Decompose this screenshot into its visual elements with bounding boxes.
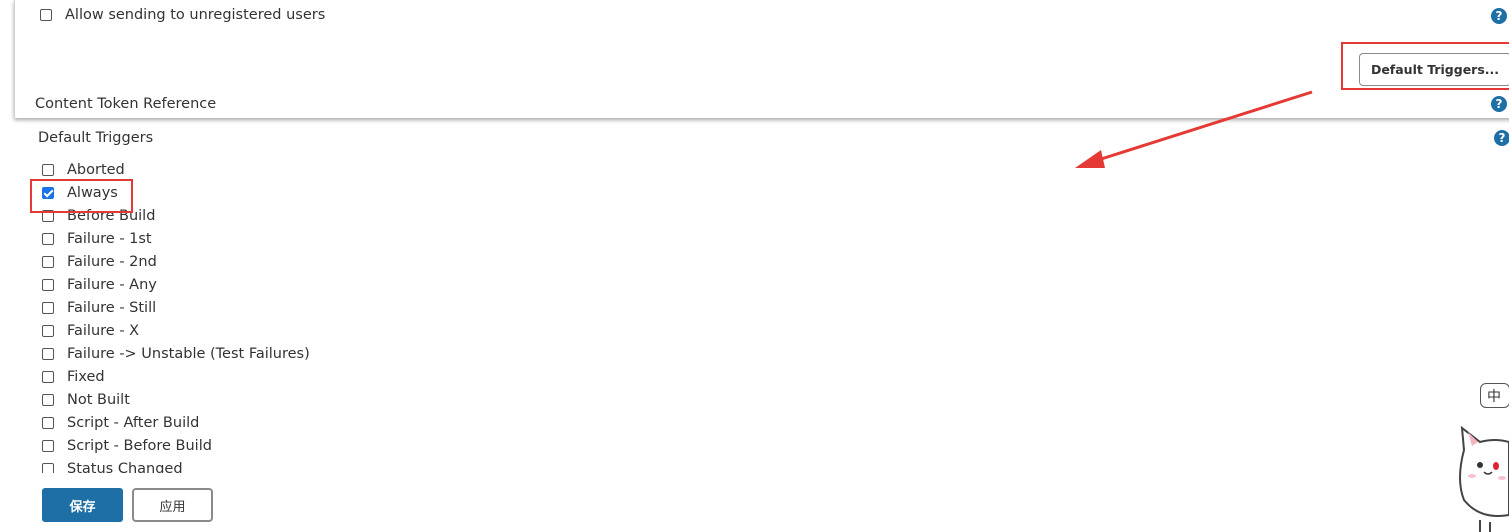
- cat-mascot-icon: [1459, 425, 1509, 532]
- apply-button[interactable]: 应用: [132, 488, 213, 522]
- annotation-arrow-icon: [1075, 90, 1313, 168]
- ime-indicator[interactable]: 中: [1480, 383, 1509, 408]
- save-button[interactable]: 保存: [42, 488, 123, 522]
